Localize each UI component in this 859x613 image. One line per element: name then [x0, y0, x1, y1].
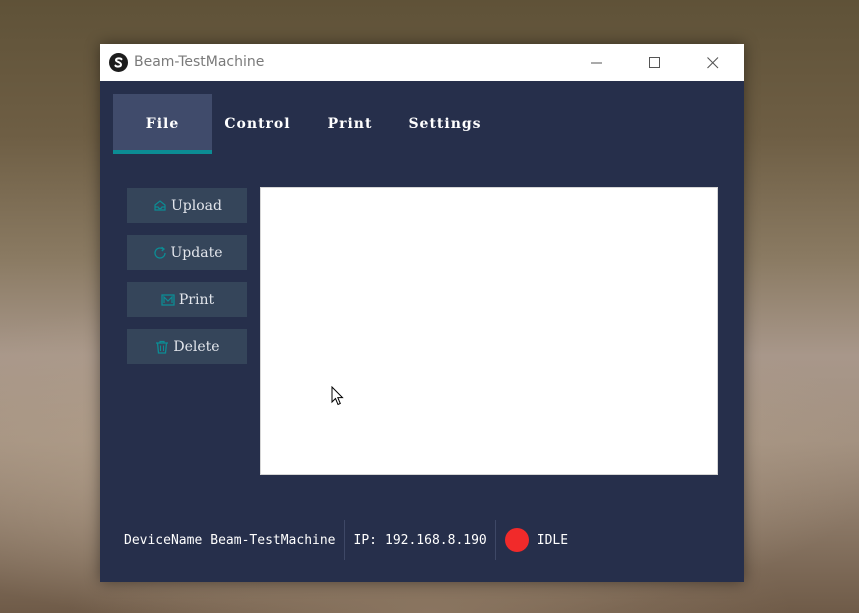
tab-print[interactable]: Print: [303, 94, 397, 154]
window-title: Beam-TestMachine: [134, 54, 265, 70]
close-button[interactable]: [684, 44, 742, 81]
file-list-panel[interactable]: [260, 187, 718, 475]
status-bar: DeviceName Beam-TestMachine IP: 192.168.…: [100, 520, 744, 560]
tab-control[interactable]: Control: [212, 94, 303, 154]
maximize-icon: [649, 56, 660, 68]
trash-icon: [154, 339, 170, 355]
app-logo-icon: [109, 53, 128, 72]
mouse-cursor-icon: [331, 386, 344, 406]
delete-button-label: Delete: [173, 338, 220, 355]
tab-settings[interactable]: Settings: [397, 94, 493, 154]
update-button[interactable]: Update: [127, 235, 247, 270]
status-indicator-dot: [504, 528, 529, 552]
print-button-label: Print: [178, 291, 215, 308]
upload-icon: [152, 198, 168, 214]
print-button[interactable]: Print: [127, 282, 247, 317]
device-name-value: Beam-TestMachine: [210, 532, 336, 548]
ip-label: IP:: [353, 532, 377, 548]
minimize-button[interactable]: [568, 44, 626, 81]
title-bar[interactable]: Beam-TestMachine: [100, 44, 744, 81]
device-name-label: DeviceName: [124, 532, 203, 548]
maximize-button[interactable]: [626, 44, 684, 81]
close-icon: [707, 56, 719, 68]
desktop-background: Beam-TestMachine File Control Print Sett…: [0, 0, 859, 613]
refresh-icon: [152, 245, 168, 261]
app-window: Beam-TestMachine File Control Print Sett…: [100, 44, 744, 582]
tab-bar: File Control Print Settings: [113, 94, 493, 154]
print-icon: [160, 292, 176, 308]
ip-value: 192.168.8.190: [385, 532, 487, 548]
tab-file[interactable]: File: [113, 94, 212, 154]
upload-button-label: Upload: [171, 197, 222, 214]
status-state: IDLE: [536, 532, 569, 548]
upload-button[interactable]: Upload: [127, 188, 247, 223]
minimize-icon: [591, 62, 602, 63]
update-button-label: Update: [170, 244, 223, 261]
delete-button[interactable]: Delete: [127, 329, 247, 364]
